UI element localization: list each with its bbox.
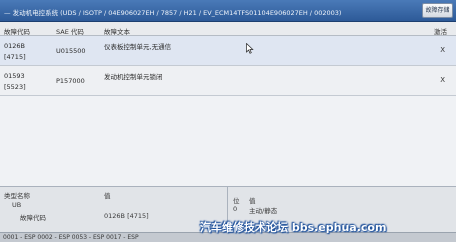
status-text: 0001 - ESP 0002 - ESP 0053 - ESP 0017 - … — [3, 234, 139, 241]
fault-code: 01593 — [4, 72, 25, 80]
fault-active-marker: X — [440, 46, 445, 54]
column-fault-text[interactable]: 故障文本 — [104, 26, 130, 36]
fault-code-decimal: [4715] — [4, 53, 26, 61]
sae-code: P157000 — [56, 77, 85, 85]
column-active[interactable]: 激活 — [434, 26, 447, 36]
table-row[interactable]: 0126B [4715] U015500 仪表板控制单元,无通信 X — [0, 36, 456, 66]
column-sae-code[interactable]: SAE 代码 — [56, 26, 84, 36]
fault-text: 发动机控制单元锁闭 — [104, 73, 163, 81]
fault-active-marker: X — [440, 76, 445, 84]
type-name-label: 类型名称 — [4, 192, 30, 200]
sae-code: U015500 — [56, 47, 86, 55]
mouse-cursor-icon — [246, 43, 254, 54]
fault-code: 0126B — [4, 42, 26, 50]
table-row[interactable]: 01593 [5523] P157000 发动机控制单元锁闭 X — [0, 66, 456, 96]
bit-status: 主动/静态 — [249, 207, 278, 215]
column-fault-code[interactable]: 故障代码 — [4, 26, 30, 36]
fault-memory-button[interactable]: 故障存储 — [422, 3, 453, 18]
fault-code-decimal: [5523] — [4, 83, 26, 91]
fault-code-value: 0126B [4715] — [104, 212, 149, 220]
environment-data-panel: 类型名称 值 UB 故障代码 0126B [4715] — [0, 187, 228, 233]
bit-index: 0 — [233, 205, 238, 213]
fault-text: 仪表板控制单元,无通信 — [104, 43, 172, 51]
fault-table: 0126B [4715] U015500 仪表板控制单元,无通信 X 01593… — [0, 36, 456, 186]
title-bar: — 发动机电控系统 (UDS / ISOTP / 04E906027EH / 7… — [0, 0, 456, 22]
window-title: — 发动机电控系统 (UDS / ISOTP / 04E906027EH / 7… — [4, 9, 342, 17]
value-header: 值 — [104, 192, 111, 200]
bit-value-header: 值 — [249, 197, 256, 205]
watermark: 汽车维修技术论坛 bbs.ephua.com — [200, 221, 387, 234]
bit-label: 位 — [233, 197, 240, 205]
fault-table-header: 故障代码 SAE 代码 故障文本 激活 — [0, 22, 456, 36]
fault-code-label: 故障代码 — [20, 214, 46, 222]
ub-label: UB — [12, 201, 22, 209]
